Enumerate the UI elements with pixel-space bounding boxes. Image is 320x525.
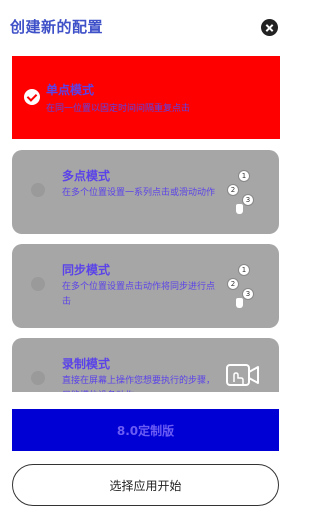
version-bar: 8.0定制版 — [12, 409, 279, 451]
mode-title: 录制模式 — [62, 357, 111, 371]
mode-card-sync[interactable]: 同步模式 在多个位置设置点击动作将同步进行点击 1 2 3 — [12, 244, 279, 328]
mode-description: 在多个位置设置一系列点击或滑动动作 — [62, 188, 216, 198]
mode-card-record[interactable]: 录制模式 直接在屏幕上操作您想要执行的步骤，只能模仿设备动作 — [12, 338, 279, 392]
radio-button[interactable] — [31, 371, 45, 385]
multi-tap-icon: 1 2 3 — [227, 170, 261, 218]
header: 创建新的配置 — [0, 0, 292, 52]
step-label: 2 — [227, 184, 239, 196]
mode-description: 直接在屏幕上操作您想要执行的步骤，只能模仿设备动作 — [62, 376, 216, 392]
mode-card-multi-point[interactable]: 多点模式 在多个位置设置一系列点击或滑动动作 1 2 3 — [12, 150, 279, 234]
mode-description: 在多个位置设置点击动作将同步进行点击 — [62, 282, 216, 307]
multi-tap-icon: 1 2 3 — [227, 264, 261, 312]
mode-list: 单点模式 在同一位置以固定时间间隔重复点击 多点模式 在多个位置设置一系列点击或… — [0, 56, 292, 392]
mode-title: 单点模式 — [46, 83, 95, 97]
radio-button[interactable] — [31, 183, 45, 197]
mode-card-single-point[interactable]: 单点模式 在同一位置以固定时间间隔重复点击 — [12, 56, 280, 139]
version-label: 8.0定制版 — [116, 423, 175, 438]
mode-title: 多点模式 — [62, 169, 111, 183]
radio-button[interactable] — [31, 277, 45, 291]
mode-title: 同步模式 — [62, 263, 111, 277]
start-button[interactable]: 选择应用开始 — [12, 464, 279, 506]
finger-icon — [236, 204, 243, 214]
step-label: 3 — [242, 288, 254, 300]
finger-icon — [236, 298, 243, 308]
mode-description: 在同一位置以固定时间间隔重复点击 — [46, 104, 191, 114]
page-title: 创建新的配置 — [10, 18, 104, 36]
step-label: 1 — [238, 264, 250, 276]
video-icon — [226, 364, 259, 386]
close-icon[interactable] — [261, 19, 278, 36]
step-label: 1 — [238, 170, 250, 182]
check-icon — [24, 89, 40, 105]
step-label: 2 — [227, 278, 239, 290]
step-label: 3 — [242, 194, 254, 206]
